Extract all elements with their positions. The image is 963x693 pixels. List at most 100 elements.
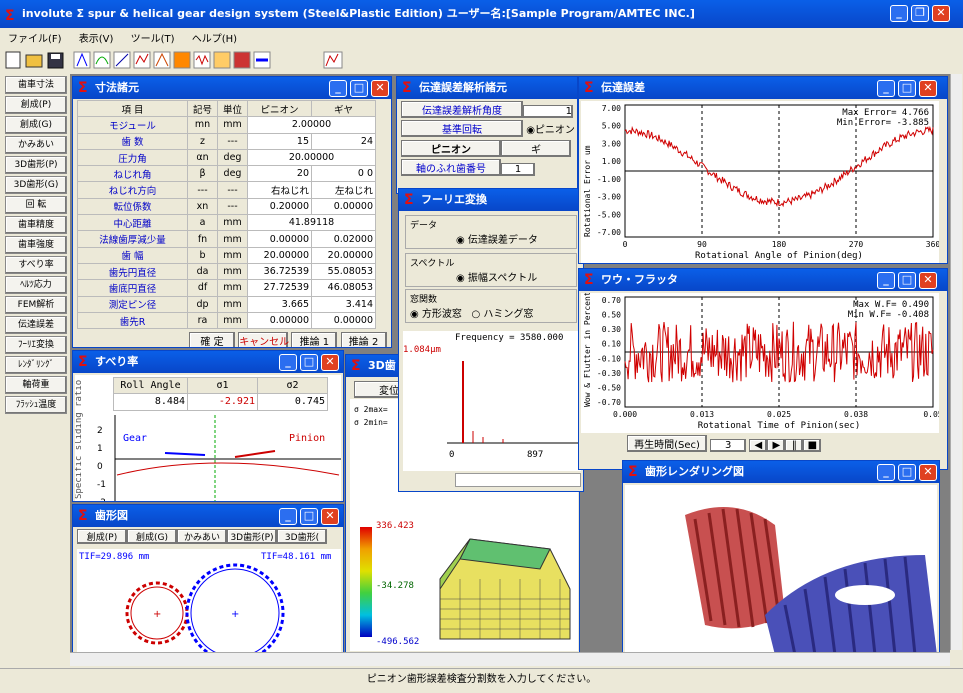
spectrum-scrollbar[interactable] (455, 473, 581, 487)
infer1-button[interactable]: 推論 1 (291, 332, 338, 347)
cell-g[interactable]: 0.00000 (311, 311, 376, 330)
side-button[interactable]: 歯車寸法 (5, 76, 67, 94)
bar-tool-icon[interactable] (213, 51, 231, 69)
cell-p[interactable]: 41.89118 (247, 214, 376, 232)
cell-p[interactable]: 0.20000 (247, 197, 312, 216)
maximize-button[interactable]: □ (350, 80, 368, 97)
restore-button[interactable]: ❐ (911, 5, 929, 22)
tab-gear[interactable]: ギ (501, 140, 571, 157)
menu-tools[interactable]: ツール(T) (131, 34, 175, 45)
side-button[interactable]: 伝達誤差 (5, 316, 67, 334)
maximize-button[interactable]: □ (300, 508, 318, 525)
wave-tool-icon[interactable] (193, 51, 211, 69)
side-button[interactable]: 歯車強度 (5, 236, 67, 254)
minimize-button[interactable]: _ (279, 508, 297, 525)
maximize-button[interactable]: □ (898, 272, 916, 289)
spectrum-radio[interactable]: ◉ (456, 273, 468, 284)
profile-tab[interactable]: 3D歯形( (277, 529, 327, 544)
pause-button[interactable]: ‖ (785, 439, 804, 452)
maximize-button[interactable]: □ (898, 464, 916, 481)
cell-g[interactable]: 0 0 (311, 165, 376, 183)
side-button[interactable]: 軸荷重 (5, 376, 67, 394)
confirm-button[interactable]: 確 定 (189, 332, 235, 347)
cell-p[interactable]: 0.00000 (247, 230, 312, 248)
axis-tool-icon[interactable] (253, 51, 271, 69)
close-button[interactable]: ✕ (919, 272, 937, 289)
gear-curve-icon[interactable] (93, 51, 111, 69)
stop-button[interactable]: ■ (803, 439, 822, 452)
menu-file[interactable]: ファイル(F) (8, 34, 62, 45)
cell-p[interactable]: 36.72539 (247, 262, 312, 281)
infer2-button[interactable]: 推論 2 (340, 332, 387, 347)
cell-p[interactable]: 3.665 (247, 295, 312, 313)
spectrum-tool-icon[interactable] (323, 51, 343, 69)
save-icon[interactable] (47, 52, 64, 69)
minimize-button[interactable]: _ (877, 464, 895, 481)
maximize-button[interactable]: □ (300, 354, 318, 371)
minimize-button[interactable]: _ (329, 80, 347, 97)
cell-p[interactable]: 15 (247, 132, 312, 150)
side-button[interactable]: 回 転 (5, 196, 67, 214)
te-angle-input[interactable]: 1 (523, 105, 573, 118)
involute-tool-icon[interactable] (73, 51, 91, 69)
render-tool-icon[interactable] (233, 51, 251, 69)
cell-g[interactable]: 55.08053 (311, 262, 376, 281)
minimize-button[interactable]: _ (890, 5, 908, 22)
cell-p[interactable]: 20 (247, 165, 312, 183)
side-button[interactable]: 3D歯形(G) (5, 176, 67, 194)
side-button[interactable]: 創成(P) (5, 96, 67, 114)
hamming-radio[interactable]: ○ (471, 309, 483, 320)
rewind-button[interactable]: ◀ (749, 439, 768, 452)
vertical-scrollbar[interactable] (950, 74, 962, 650)
side-button[interactable]: FEM解析 (5, 296, 67, 314)
cell-g[interactable]: 0.02000 (311, 230, 376, 248)
new-file-icon[interactable] (5, 51, 21, 69)
cell-g[interactable]: 24 (311, 132, 376, 150)
cell-g[interactable]: 左ねじれ (311, 181, 376, 199)
play-button[interactable]: ▶ (767, 439, 786, 452)
minimize-button[interactable]: _ (877, 272, 895, 289)
close-button[interactable]: ✕ (919, 464, 937, 481)
side-button[interactable]: かみあい (5, 136, 67, 154)
fem-tool-icon[interactable] (173, 51, 191, 69)
close-button[interactable]: ✕ (932, 5, 950, 22)
cell-g[interactable]: 0.00000 (311, 197, 376, 216)
minimize-button[interactable]: _ (279, 354, 297, 371)
triangle-tool-icon[interactable] (153, 51, 171, 69)
menu-view[interactable]: 表示(V) (79, 34, 114, 45)
cell-g[interactable]: 3.414 (311, 295, 376, 313)
data-radio[interactable]: ◉ (456, 235, 468, 246)
profile-tab[interactable]: 創成(G) (127, 529, 177, 544)
menu-help[interactable]: ヘルプ(H) (192, 34, 237, 45)
side-button[interactable]: ﾌﾗｯｼｭ温度 (5, 396, 67, 414)
close-button[interactable]: ✕ (321, 508, 339, 525)
runout-input[interactable]: 1 (501, 163, 535, 176)
cell-p[interactable]: 0.00000 (247, 311, 312, 330)
rect-window-radio[interactable]: ◉ (410, 309, 422, 320)
maximize-button[interactable]: □ (898, 80, 916, 97)
cell-p[interactable]: 27.72539 (247, 279, 312, 297)
cell-g[interactable]: 20.00000 (311, 246, 376, 264)
side-button[interactable]: すべり率 (5, 256, 67, 274)
side-button[interactable]: ﾌｰﾘｴ変換 (5, 336, 67, 354)
rot-radio[interactable]: ◉ (526, 125, 535, 136)
side-button[interactable]: ﾍﾙﾂ応力 (5, 276, 67, 294)
close-button[interactable]: ✕ (919, 80, 937, 97)
tab-pinion[interactable]: ピニオン (401, 140, 501, 157)
cell-g[interactable]: 46.08053 (311, 279, 376, 297)
cell-p[interactable]: 20.00000 (247, 148, 376, 167)
profile-tab[interactable]: 3D歯形(P) (227, 529, 277, 544)
close-button[interactable]: ✕ (371, 80, 389, 97)
side-button[interactable]: 3D歯形(P) (5, 156, 67, 174)
side-button[interactable]: 創成(G) (5, 116, 67, 134)
cell-p[interactable]: 20.00000 (247, 246, 312, 264)
close-button[interactable]: ✕ (321, 354, 339, 371)
play-time-select[interactable]: 3 (710, 439, 747, 452)
open-folder-icon[interactable] (25, 54, 43, 68)
cancel-button[interactable]: キャンセル (238, 332, 289, 347)
graph-tool-icon[interactable] (113, 51, 131, 69)
side-button[interactable]: 歯車精度 (5, 216, 67, 234)
horizontal-scrollbar[interactable] (70, 652, 950, 666)
profile-tab[interactable]: 創成(P) (77, 529, 127, 544)
profile-tab[interactable]: かみあい (177, 529, 227, 544)
